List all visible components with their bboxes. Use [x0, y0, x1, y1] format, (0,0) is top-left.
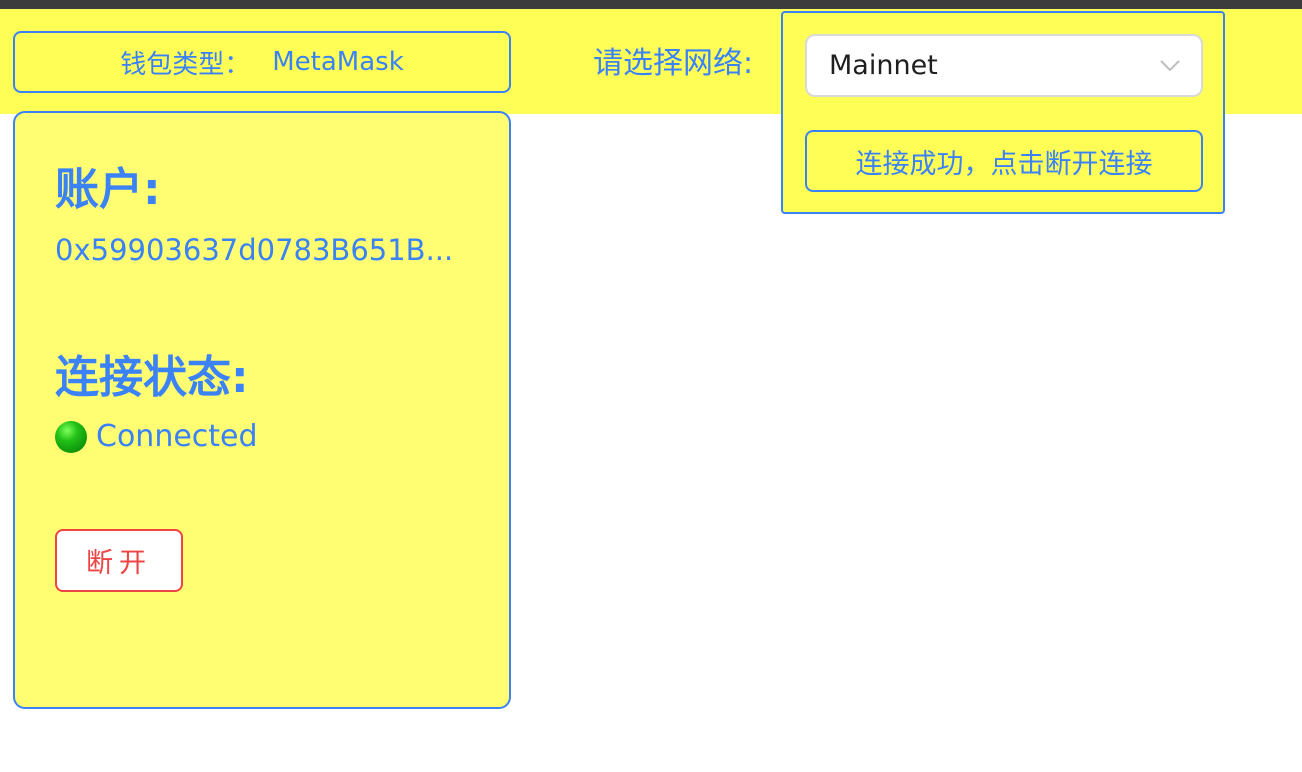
- green-circle-icon: [55, 420, 87, 453]
- disconnect-button[interactable]: 断开: [55, 529, 183, 592]
- network-selected-value: Mainnet: [829, 50, 938, 81]
- connection-status-button[interactable]: 连接成功，点击断开连接: [805, 130, 1203, 192]
- chevron-down-icon: [1160, 60, 1180, 72]
- wallet-type-box: 钱包类型： MetaMask: [13, 31, 511, 93]
- network-select[interactable]: Mainnet: [805, 34, 1203, 97]
- connection-status-heading: 连接状态:: [55, 352, 249, 403]
- connection-status-text: Connected: [96, 419, 258, 454]
- wallet-type-value: MetaMask: [272, 47, 404, 77]
- connection-status-row: Connected: [55, 419, 258, 454]
- window-top-edge: [0, 0, 1302, 9]
- account-address: 0x59903637d0783B651B...: [55, 233, 454, 267]
- account-heading: 账户:: [55, 164, 161, 215]
- account-card: 账户: 0x59903637d0783B651B... 连接状态: Connec…: [13, 111, 511, 709]
- wallet-type-label: 钱包类型：: [120, 49, 251, 80]
- network-select-label: 请选择网络:: [593, 46, 754, 81]
- network-panel: Mainnet 连接成功，点击断开连接: [781, 11, 1225, 214]
